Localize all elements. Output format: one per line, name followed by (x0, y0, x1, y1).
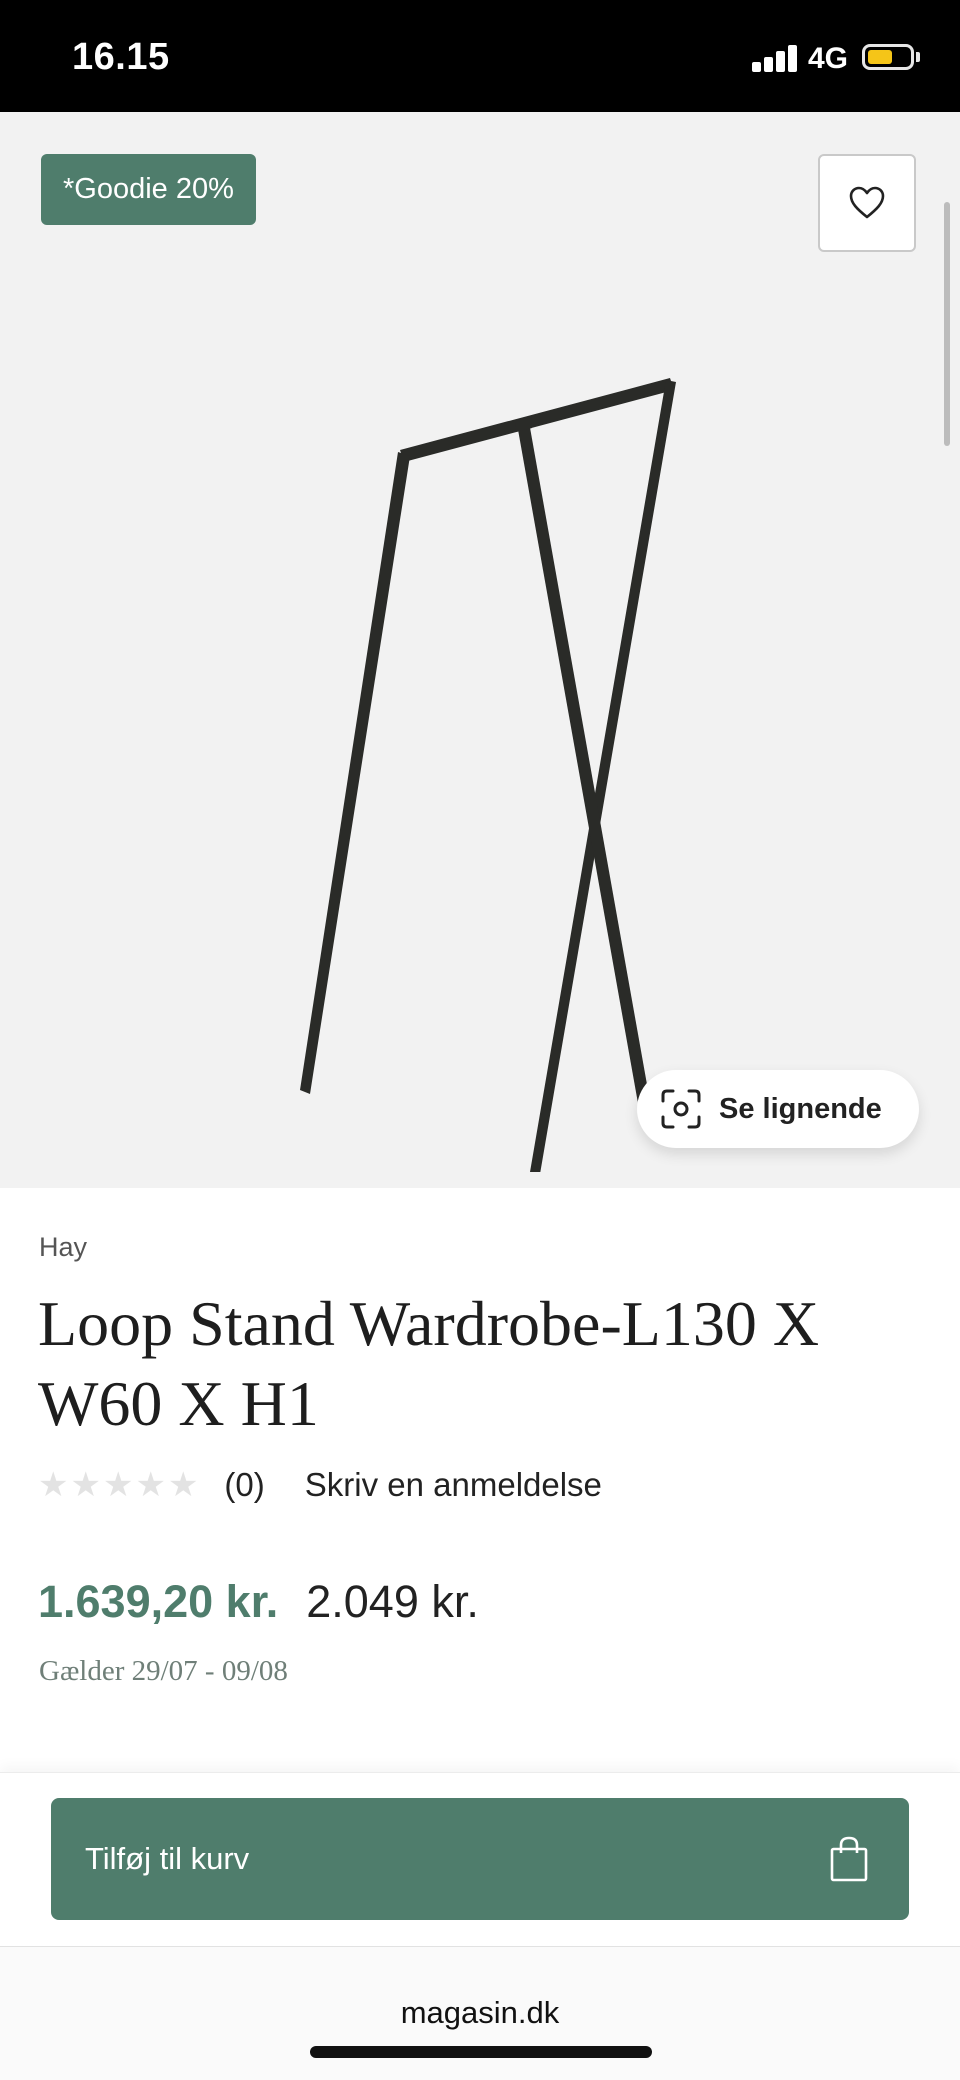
battery-icon (862, 44, 914, 70)
browser-url-bar[interactable]: magasin.dk (0, 1946, 960, 2080)
write-review-link[interactable]: Skriv en anmeldelse (305, 1466, 602, 1504)
status-bar: 16.15 4G (0, 0, 960, 112)
rating-row: ★ ★ ★ ★ ★ (0) Skriv en anmeldelse (38, 1466, 602, 1504)
product-gallery[interactable]: *Goodie 20% Se lignende (0, 112, 960, 1188)
battery-cap (916, 52, 920, 62)
product-image (300, 378, 676, 1172)
brand-link[interactable]: Hay (39, 1232, 87, 1263)
add-to-cart-label: Tilføj til kurv (85, 1841, 250, 1876)
signal-icon (752, 44, 800, 72)
network-label: 4G (808, 42, 849, 75)
shopping-bag-icon (830, 1836, 868, 1882)
product-title: Loop Stand Wardrobe-L130 X W60 X H1 (38, 1288, 820, 1439)
star-icon: ★ (38, 1466, 69, 1504)
see-similar-label: Se lignende (719, 1092, 882, 1125)
gallery-scroll-indicator[interactable] (944, 202, 950, 446)
star-icon: ★ (135, 1466, 166, 1504)
rating-stars[interactable]: ★ ★ ★ ★ ★ (38, 1468, 198, 1502)
goodie-badge: *Goodie 20% (41, 154, 256, 225)
see-similar-button[interactable]: Se lignende (637, 1070, 919, 1148)
status-time: 16.15 (72, 36, 170, 78)
visual-search-icon (661, 1089, 701, 1129)
favorite-button[interactable] (818, 154, 916, 252)
offer-valid-period: Gælder 29/07 - 09/08 (39, 1655, 288, 1687)
sticky-cart-bar: Tilføj til kurv (0, 1772, 960, 1948)
star-icon: ★ (102, 1466, 134, 1504)
price-row: 1.639,20 kr. 2.049 kr. (38, 1576, 479, 1628)
review-count[interactable]: (0) (224, 1466, 264, 1504)
url-text[interactable]: magasin.dk (0, 1995, 960, 2031)
star-icon: ★ (70, 1466, 101, 1504)
home-indicator[interactable] (310, 2046, 652, 2058)
sale-price: 1.639,20 kr. (38, 1576, 279, 1627)
add-to-cart-button[interactable]: Tilføj til kurv (51, 1798, 909, 1920)
heart-icon (849, 186, 885, 219)
original-price: 2.049 kr. (306, 1576, 479, 1627)
star-icon: ★ (167, 1466, 199, 1504)
